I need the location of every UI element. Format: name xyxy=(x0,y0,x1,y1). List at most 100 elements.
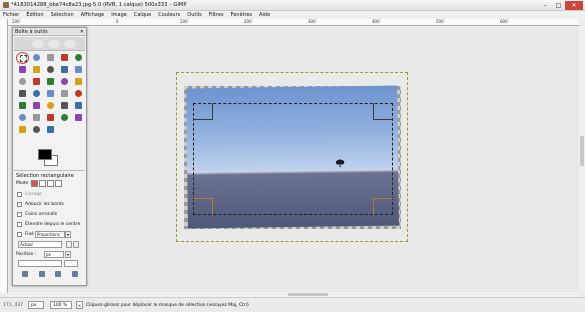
mode-subtract-button[interactable] xyxy=(47,180,54,187)
fixe-label: Fixé xyxy=(25,232,34,237)
rotate-icon[interactable] xyxy=(72,76,85,88)
cancel-icon[interactable]: × xyxy=(76,301,83,309)
clone-icon[interactable] xyxy=(44,112,57,124)
dodge-burn-icon[interactable] xyxy=(44,124,57,136)
toolbox-close-icon[interactable]: ✕ xyxy=(80,29,84,35)
ruler-label: 600 xyxy=(500,19,508,24)
minimize-button[interactable]: – xyxy=(539,1,552,10)
horizontal-ruler[interactable]: 100 0 100 200 300 400 500 600 xyxy=(8,19,579,26)
mode-add-button[interactable] xyxy=(39,180,46,187)
scale-icon[interactable] xyxy=(16,88,29,100)
close-button[interactable]: ✕ xyxy=(565,1,583,10)
heal-icon[interactable] xyxy=(58,112,71,124)
smudge-icon[interactable] xyxy=(30,124,43,136)
mode-intersect-button[interactable] xyxy=(55,180,62,187)
fuzzy-select-icon[interactable] xyxy=(58,52,71,64)
fuzzy-select-icon-glyph xyxy=(61,54,68,61)
portrait-icon[interactable] xyxy=(73,241,79,248)
menu-fenetres[interactable]: Fenêtres xyxy=(231,11,253,19)
menu-couleurs[interactable]: Couleurs xyxy=(158,11,180,19)
menu-aide[interactable]: Aide xyxy=(259,11,270,19)
airbrush-icon-glyph xyxy=(19,114,26,121)
landscape-icon[interactable] xyxy=(66,241,72,248)
paintbrush-icon[interactable] xyxy=(58,100,71,112)
ruler-label: 100 xyxy=(12,19,20,24)
color-picker-icon[interactable] xyxy=(58,64,71,76)
color-select-icon[interactable] xyxy=(72,52,85,64)
measure-icon[interactable] xyxy=(16,76,29,88)
maximize-button[interactable]: □ xyxy=(552,1,565,10)
vertical-ruler[interactable] xyxy=(0,19,8,293)
reset-options-icon[interactable] xyxy=(71,271,78,277)
zoom-icon[interactable] xyxy=(72,64,85,76)
delete-options-icon[interactable] xyxy=(55,271,62,277)
perspective-clone-icon-glyph xyxy=(75,114,82,121)
lasso-icon[interactable] xyxy=(44,52,57,64)
foreground-color-swatch[interactable] xyxy=(38,149,52,160)
wilber-banner xyxy=(14,37,85,51)
bucket-fill-icon[interactable] xyxy=(16,100,29,112)
perspective-clone-icon[interactable] xyxy=(72,112,85,124)
menu-image[interactable]: Image xyxy=(111,11,127,19)
selection-marquee[interactable] xyxy=(193,103,393,215)
scroll-thumb[interactable] xyxy=(288,293,328,296)
aspect-ratio-input[interactable]: Actuel xyxy=(18,241,62,248)
chevron-down-icon[interactable]: ▾ xyxy=(65,251,71,258)
menu-fichier[interactable]: Fichier xyxy=(3,11,19,19)
position-x-input[interactable] xyxy=(18,260,62,267)
perspective-icon[interactable] xyxy=(44,88,57,100)
eraser-icon[interactable] xyxy=(72,100,85,112)
measure-icon-glyph xyxy=(19,78,26,85)
ellipse-select-icon[interactable] xyxy=(30,52,43,64)
flip-icon[interactable] xyxy=(58,88,71,100)
airbrush-icon[interactable] xyxy=(16,112,29,124)
coins-checkbox[interactable] xyxy=(17,212,22,217)
menu-calque[interactable]: Calque xyxy=(134,11,151,19)
scroll-thumb[interactable] xyxy=(580,136,584,166)
selection-handle-top-right[interactable] xyxy=(373,103,393,120)
position-y-input[interactable] xyxy=(64,260,78,267)
etendre-checkbox[interactable] xyxy=(17,222,22,227)
zoom-select[interactable]: 100 % xyxy=(50,301,72,309)
toolbox-header[interactable]: Boîte à outils ✕ xyxy=(13,28,86,36)
menu-selection[interactable]: Sélection xyxy=(51,11,74,19)
adoucir-checkbox[interactable] xyxy=(17,202,22,207)
restore-options-icon[interactable] xyxy=(38,271,45,277)
fixe-checkbox[interactable] xyxy=(17,232,22,237)
gimp-window: *4183014288_bbe74c8a23.jpg-5.0 (RVB, 1 c… xyxy=(0,0,585,312)
color-area xyxy=(35,147,65,171)
title-bar: *4183014288_bbe74c8a23.jpg-5.0 (RVB, 1 c… xyxy=(0,0,585,11)
menu-outils[interactable]: Outils xyxy=(187,11,201,19)
pencil-icon[interactable] xyxy=(44,100,57,112)
blend-icon[interactable] xyxy=(30,100,43,112)
chevron-down-icon[interactable]: ▾ xyxy=(65,231,71,238)
align-icon[interactable] xyxy=(44,76,57,88)
mode-replace-button[interactable] xyxy=(31,180,38,187)
save-options-icon[interactable] xyxy=(22,271,28,277)
paths-icon[interactable] xyxy=(44,64,57,76)
menu-affichage[interactable]: Affichage xyxy=(81,11,105,19)
shear-icon[interactable] xyxy=(30,88,43,100)
foreground-select-icon[interactable] xyxy=(30,64,43,76)
align-icon-glyph xyxy=(47,78,54,85)
lissage-checkbox[interactable] xyxy=(17,192,22,197)
blur-icon[interactable] xyxy=(16,124,29,136)
ink-icon[interactable] xyxy=(30,112,43,124)
eraser-icon-glyph xyxy=(75,102,82,109)
text-icon[interactable] xyxy=(72,88,85,100)
position-unit-select[interactable]: px xyxy=(44,251,64,258)
fixe-mode-select[interactable]: Proportions xyxy=(35,231,65,238)
selection-handle-bottom-right[interactable] xyxy=(373,198,393,215)
crop-icon[interactable] xyxy=(58,76,71,88)
unit-select[interactable]: px xyxy=(28,301,44,309)
tool-options-title: Sélection rectangulaire xyxy=(16,173,74,179)
selection-handle-bottom-left[interactable] xyxy=(193,198,213,215)
move-icon[interactable] xyxy=(30,76,43,88)
vertical-scrollbar[interactable] xyxy=(579,26,585,292)
selection-handle-top-left[interactable] xyxy=(193,103,213,120)
menu-filtres[interactable]: Filtres xyxy=(209,11,224,19)
rect-select-icon[interactable] xyxy=(16,52,29,64)
gimp-app-icon xyxy=(3,2,9,8)
scissors-icon[interactable] xyxy=(16,64,29,76)
menu-edition[interactable]: Édition xyxy=(26,11,43,19)
